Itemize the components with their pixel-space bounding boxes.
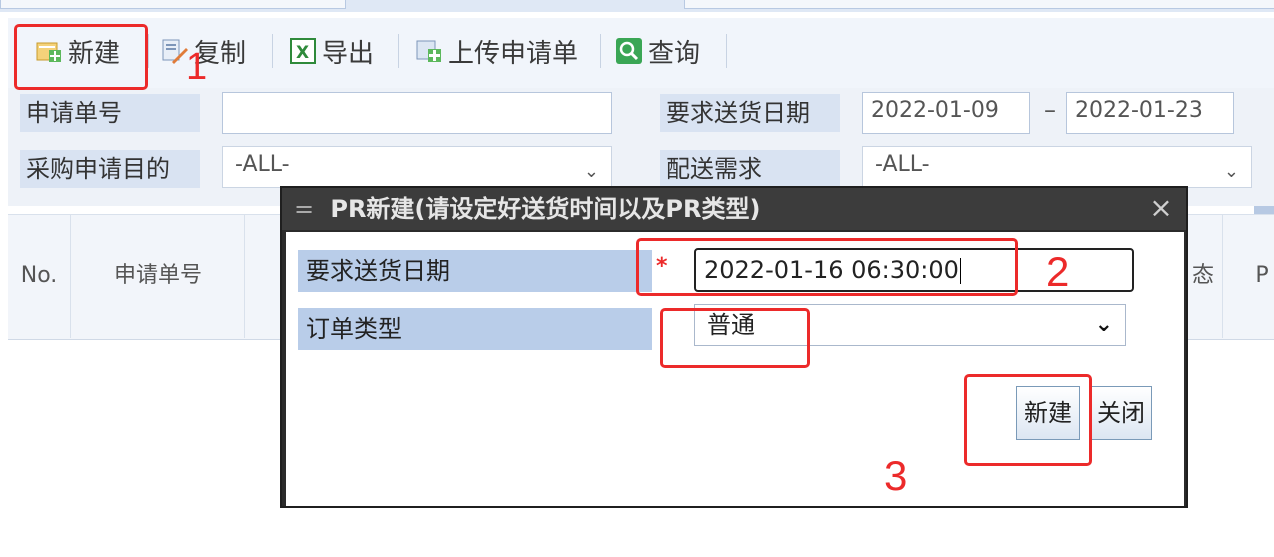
tab-left[interactable] [0, 0, 346, 9]
annotation-box-order-type [660, 308, 810, 368]
dialog-delivery-date-label: 要求送货日期 [298, 250, 652, 292]
upload-icon [416, 38, 442, 64]
toolbar-divider [398, 34, 399, 68]
tab-gap [350, 0, 680, 8]
annotation-box-step3 [964, 374, 1092, 466]
toolbar-divider [148, 34, 149, 68]
search-button[interactable]: 查询 [616, 28, 700, 74]
toolbar-divider [726, 34, 727, 68]
annotation-step3: 3 [884, 452, 908, 499]
column-divider [244, 214, 245, 338]
date-to-input[interactable]: 2022-01-23 [1066, 92, 1234, 134]
date-range-separator: – [1044, 96, 1056, 124]
export-button[interactable]: X 导出 [290, 28, 374, 74]
dialog-title-bar[interactable]: = PR新建(请设定好送货时间以及PR类型) [282, 188, 1186, 230]
request-no-input[interactable] [222, 92, 612, 134]
dialog-close-button[interactable]: 关闭 [1090, 386, 1152, 440]
date-from-input[interactable]: 2022-01-09 [862, 92, 1030, 134]
dialog-title: PR新建(请设定好送货时间以及PR类型) [330, 195, 761, 223]
column-divider [70, 214, 71, 338]
copy-icon [162, 38, 188, 64]
toolbar-divider [272, 34, 273, 68]
upload-request-button-label: 上传申请单 [448, 38, 579, 69]
toolbar-divider [600, 34, 601, 68]
annotation-box-step2 [636, 238, 1018, 296]
column-header-status[interactable]: 态 [1186, 214, 1220, 338]
search-icon [616, 38, 642, 64]
delivery-need-select[interactable]: -ALL- ⌄ [862, 146, 1252, 188]
svg-text:X: X [296, 43, 309, 63]
grid-scroll-tab [1254, 206, 1274, 214]
dialog-close-icon[interactable]: × [1146, 190, 1176, 226]
request-no-label: 申请单号 [20, 94, 200, 132]
annotation-step1: 1 [186, 46, 208, 88]
dialog-order-type-label: 订单类型 [298, 308, 652, 350]
upload-request-button[interactable]: 上传申请单 [416, 28, 578, 74]
tab-right[interactable] [684, 0, 1274, 9]
purpose-label: 采购申请目的 [20, 150, 200, 188]
annotation-box-step1 [14, 24, 148, 90]
purpose-select-value: -ALL- [235, 152, 290, 177]
column-divider [1222, 214, 1223, 338]
chevron-down-icon: ⌄ [1094, 312, 1113, 337]
chevron-down-icon: ⌄ [583, 161, 599, 182]
column-header-request-no[interactable]: 申请单号 [72, 214, 244, 338]
export-button-label: 导出 [322, 38, 375, 69]
delivery-date-label: 要求送货日期 [660, 94, 840, 132]
dialog-menu-icon: = [294, 195, 315, 223]
column-header-no[interactable]: No. [8, 214, 70, 338]
delivery-need-select-value: -ALL- [875, 152, 930, 177]
search-button-label: 查询 [648, 38, 701, 69]
annotation-step2: 2 [1046, 248, 1070, 295]
delivery-need-label: 配送需求 [660, 150, 840, 188]
chevron-down-icon: ⌄ [1223, 161, 1239, 182]
column-header-p[interactable]: P [1250, 214, 1274, 338]
purpose-select[interactable]: -ALL- ⌄ [222, 146, 612, 188]
excel-export-icon: X [290, 38, 316, 64]
